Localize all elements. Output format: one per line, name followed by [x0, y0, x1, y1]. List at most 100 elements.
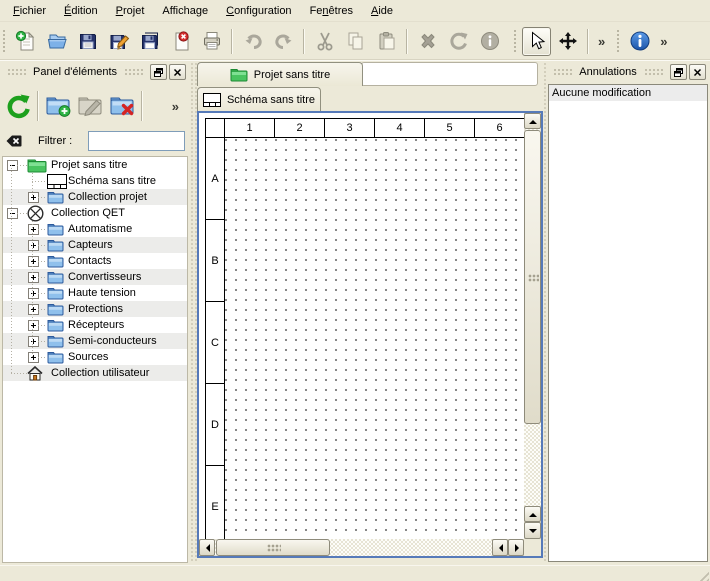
- tree-item-sources[interactable]: Sources: [3, 349, 187, 365]
- tree-item-recepteurs[interactable]: Récepteurs: [3, 317, 187, 333]
- delete-category-button[interactable]: [106, 90, 138, 122]
- scroll-up-button[interactable]: [524, 113, 541, 129]
- vertical-scroll-thumb[interactable]: [524, 130, 541, 424]
- tree-guide: [17, 213, 27, 214]
- diagram-sheet-icon: [47, 174, 67, 189]
- delete-category-icon: [109, 93, 135, 119]
- reload-collections-icon: [5, 93, 31, 119]
- filter-input[interactable]: [88, 131, 185, 151]
- new-category-button[interactable]: [42, 90, 74, 122]
- menu-fichier[interactable]: Fichier: [4, 2, 55, 20]
- undo-history-list: Aucune modification: [548, 84, 708, 562]
- menu-affichage[interactable]: Affichage: [153, 2, 217, 20]
- element-information-button[interactable]: [475, 27, 504, 56]
- tree-item-capteurs[interactable]: Capteurs: [3, 237, 187, 253]
- move-mode-button[interactable]: [553, 27, 582, 56]
- panel-toolbar-overflow-button[interactable]: »: [167, 99, 184, 114]
- scroll-left-button[interactable]: [492, 539, 508, 556]
- float-dock-button[interactable]: [670, 64, 687, 80]
- tab-schema-sans-titre[interactable]: Schéma sans titre: [197, 87, 321, 111]
- menu-aide[interactable]: Aide: [362, 2, 402, 20]
- tree-item-schema-sans-titre[interactable]: Schéma sans titre: [3, 173, 187, 189]
- blue-folder-icon: [47, 351, 64, 364]
- horizontal-scrollbar[interactable]: [199, 539, 541, 556]
- undo-history-item[interactable]: Aucune modification: [549, 85, 707, 101]
- reload-collections-button[interactable]: [2, 90, 34, 122]
- toolbar-handle[interactable]: [616, 28, 621, 54]
- dock-grip[interactable]: [553, 68, 572, 76]
- toolbar-overflow-button[interactable]: »: [593, 34, 610, 49]
- tree-item-collection-qet[interactable]: Collection QET: [3, 205, 187, 221]
- menu-projet[interactable]: Projet: [107, 2, 154, 20]
- tree-item-protections[interactable]: Protections: [3, 301, 187, 317]
- clear-filter-icon[interactable]: [5, 132, 23, 153]
- undo-icon: [242, 30, 264, 52]
- edit-category-button[interactable]: [74, 90, 106, 122]
- scroll-up-button[interactable]: [524, 506, 541, 522]
- blue-folder-icon: [47, 335, 64, 348]
- tab-label: Schéma sans titre: [227, 94, 315, 106]
- home-icon: [27, 366, 43, 381]
- save-all-button[interactable]: [135, 27, 164, 56]
- scroll-down-button[interactable]: [524, 522, 541, 539]
- save-as-icon: [108, 30, 130, 52]
- tab-projet-sans-titre[interactable]: Projet sans titre: [197, 62, 363, 86]
- undo-button[interactable]: [238, 27, 267, 56]
- dock-grip[interactable]: [644, 68, 663, 76]
- new-document-button[interactable]: [11, 27, 40, 56]
- dock-grip[interactable]: [124, 68, 143, 76]
- print-button[interactable]: [197, 27, 226, 56]
- menu-edition[interactable]: Édition: [55, 2, 107, 20]
- about-information-button[interactable]: [625, 27, 654, 56]
- tree-item-semi-conducteurs[interactable]: Semi-conducteurs: [3, 333, 187, 349]
- delete-icon: [417, 30, 439, 52]
- paste-button[interactable]: [372, 27, 401, 56]
- close-dock-button[interactable]: [169, 64, 186, 80]
- diagram-scene[interactable]: 123456ABCDE: [199, 113, 524, 539]
- splitter-left[interactable]: [190, 62, 197, 563]
- vertical-scrollbar[interactable]: [524, 113, 541, 539]
- close-icon: [693, 68, 702, 77]
- horizontal-scroll-thumb[interactable]: [216, 539, 330, 556]
- elements-panel-toolbar: »: [2, 84, 188, 128]
- tree-item-collection-projet[interactable]: Collection projet: [3, 189, 187, 205]
- redo-button[interactable]: [269, 27, 298, 56]
- tree-item-convertisseurs[interactable]: Convertisseurs: [3, 269, 187, 285]
- tree-item-collection-utilisateur[interactable]: Collection utilisateur: [3, 365, 187, 381]
- float-icon: [154, 68, 163, 77]
- toolbar-separator: [303, 29, 305, 54]
- save-button[interactable]: [73, 27, 102, 56]
- delete-button[interactable]: [413, 27, 442, 56]
- selection-arrow-button[interactable]: [522, 27, 551, 56]
- menu-fenetres[interactable]: Fenêtres: [301, 2, 362, 20]
- copy-button[interactable]: [341, 27, 370, 56]
- close-dock-button[interactable]: [689, 64, 706, 80]
- rotate-button[interactable]: [444, 27, 473, 56]
- tree-guide: [17, 165, 27, 166]
- tree-item-automatisme[interactable]: Automatisme: [3, 221, 187, 237]
- diagram-view[interactable]: 123456ABCDE: [197, 111, 543, 558]
- toolbar-overflow-button[interactable]: »: [655, 34, 672, 49]
- scroll-left-button[interactable]: [199, 539, 215, 556]
- window-resize-grip[interactable]: [696, 568, 709, 581]
- toolbar-handle[interactable]: [2, 28, 7, 54]
- cut-button[interactable]: [310, 27, 339, 56]
- close-document-button[interactable]: [166, 27, 195, 56]
- scroll-right-button[interactable]: [508, 539, 524, 556]
- save-all-icon: [139, 30, 161, 52]
- open-document-button[interactable]: [42, 27, 71, 56]
- tree-item-projet-sans-titre[interactable]: Projet sans titre: [3, 157, 187, 173]
- blue-folder-icon: [47, 255, 64, 268]
- float-dock-button[interactable]: [150, 64, 167, 80]
- tree-guide: [38, 245, 45, 246]
- menu-bar: FichierÉditionProjetAffichageConfigurati…: [0, 0, 710, 22]
- dock-grip[interactable]: [7, 68, 26, 76]
- tree-item-label: Haute tension: [65, 287, 136, 299]
- about-information-icon: [629, 30, 651, 52]
- tree-item-contacts[interactable]: Contacts: [3, 253, 187, 269]
- menu-configuration[interactable]: Configuration: [217, 2, 300, 20]
- save-as-button[interactable]: [104, 27, 133, 56]
- undo-panel-titlebar: Annulations: [548, 63, 708, 81]
- tree-item-haute-tension[interactable]: Haute tension: [3, 285, 187, 301]
- toolbar-handle[interactable]: [513, 28, 518, 54]
